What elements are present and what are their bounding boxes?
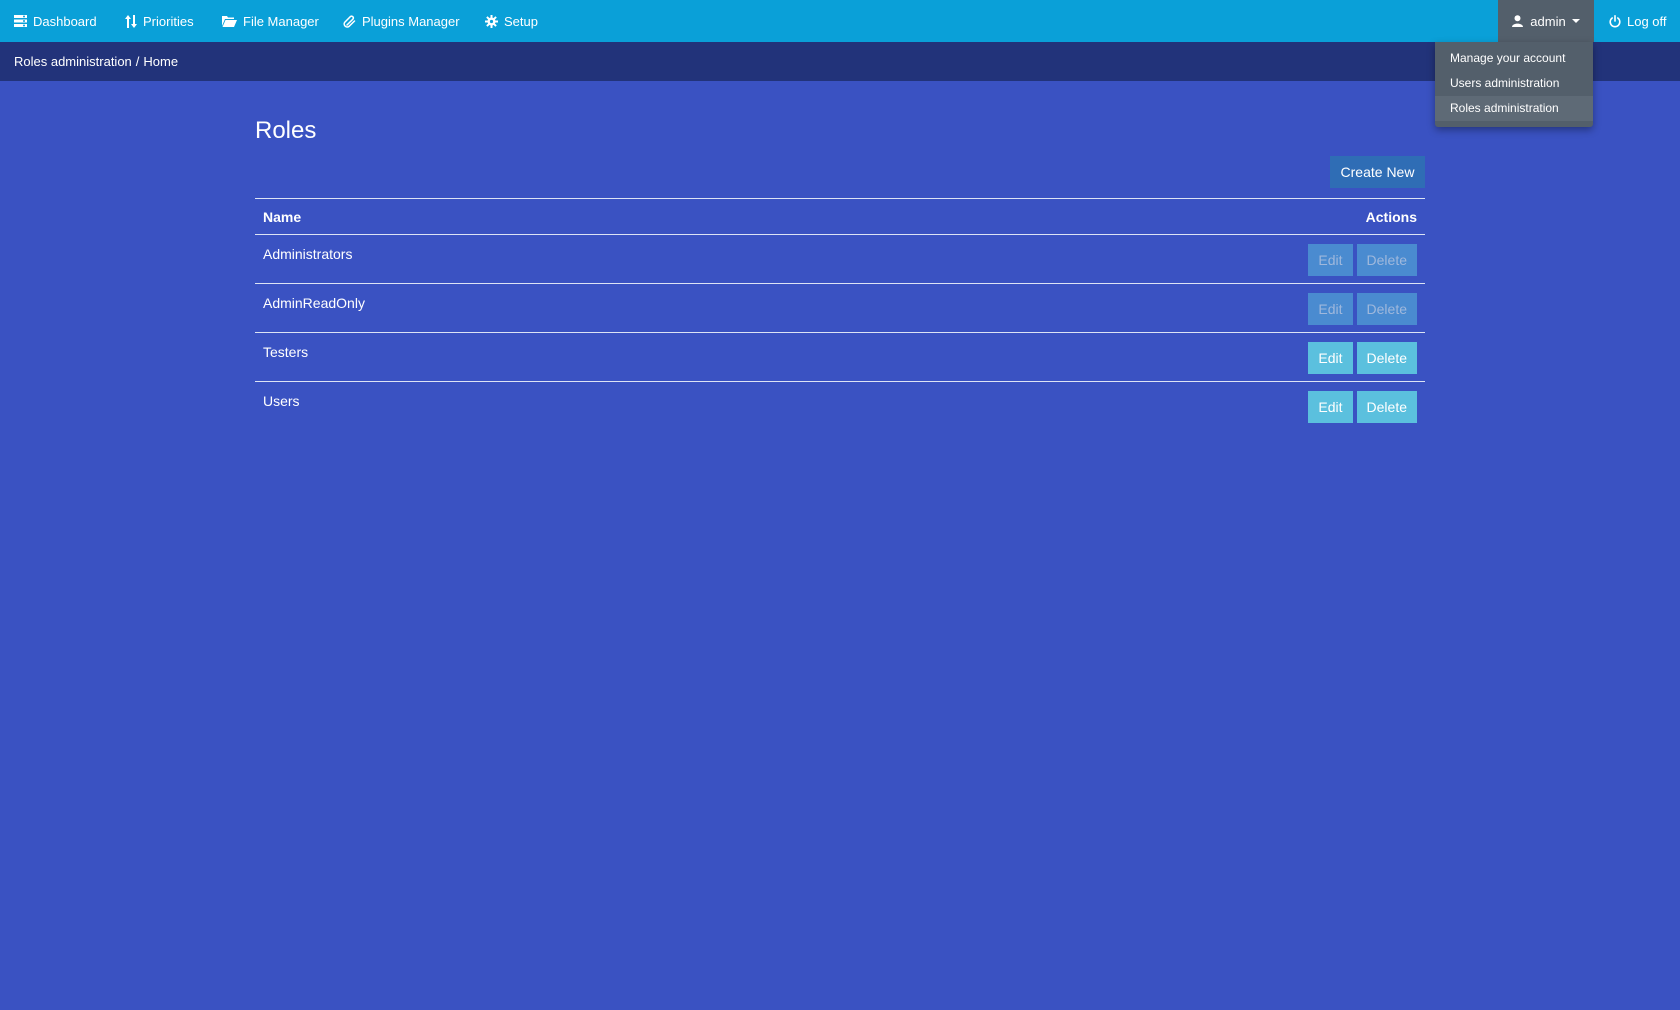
nav-plugins-manager[interactable]: Plugins Manager	[343, 0, 460, 42]
caret-down-icon	[1571, 19, 1580, 23]
nav-priorities-label: Priorities	[143, 13, 194, 29]
logoff-link[interactable]: Log off	[1609, 0, 1667, 42]
table-row: AdminReadOnly Edit Delete	[255, 284, 1425, 333]
role-name: Administrators	[263, 246, 353, 262]
column-header-name: Name	[263, 208, 302, 225]
nav-dashboard-label: Dashboard	[33, 13, 97, 29]
paperclip-icon	[343, 14, 356, 28]
delete-button[interactable]: Delete	[1356, 391, 1417, 423]
table-row: Administrators Edit Delete	[255, 235, 1425, 284]
breadcrumb: Roles administration / Home	[0, 42, 1680, 81]
user-menu-toggle[interactable]: admin	[1498, 0, 1594, 42]
nav-plugins-manager-label: Plugins Manager	[362, 13, 460, 29]
nav-dashboard[interactable]: Dashboard	[14, 0, 97, 42]
row-actions: Edit Delete	[1308, 333, 1417, 374]
breadcrumb-section[interactable]: Roles administration	[14, 54, 132, 69]
nav-file-manager[interactable]: File Manager	[222, 0, 319, 42]
logoff-label: Log off	[1627, 13, 1667, 29]
row-actions: Edit Delete	[1308, 382, 1417, 423]
edit-button: Edit	[1308, 293, 1353, 325]
role-name: Testers	[263, 344, 309, 360]
breadcrumb-current: Home	[143, 54, 179, 69]
nav-setup-label: Setup	[504, 13, 538, 29]
table-row: Users Edit Delete	[255, 382, 1425, 431]
table-header: Name Actions	[255, 198, 1425, 235]
edit-button: Edit	[1308, 244, 1353, 276]
edit-button[interactable]: Edit	[1308, 342, 1353, 374]
gear-icon	[485, 14, 498, 28]
dashboard-icon	[14, 15, 27, 27]
row-actions: Edit Delete	[1308, 235, 1417, 276]
nav-priorities[interactable]: Priorities	[125, 0, 194, 42]
nav-file-manager-label: File Manager	[243, 13, 319, 29]
dropdown-item-users-administration[interactable]: Users administration	[1435, 71, 1593, 96]
page-title: Roles	[255, 117, 317, 144]
edit-button[interactable]: Edit	[1308, 391, 1353, 423]
column-header-actions: Actions	[1365, 208, 1417, 225]
row-actions: Edit Delete	[1308, 284, 1417, 325]
folder-open-icon	[222, 16, 237, 27]
power-icon	[1609, 14, 1621, 27]
dropdown-item-roles-administration[interactable]: Roles administration	[1435, 96, 1593, 121]
user-dropdown-menu: Manage your account Users administration…	[1435, 42, 1593, 127]
role-name: AdminReadOnly	[263, 295, 365, 311]
delete-button: Delete	[1356, 244, 1417, 276]
role-name: Users	[263, 393, 300, 409]
user-menu-label: admin	[1530, 13, 1566, 29]
breadcrumb-separator: /	[135, 54, 140, 69]
roles-table: Name Actions Administrators Edit Delete …	[255, 198, 1425, 431]
create-new-button[interactable]: Create New	[1330, 156, 1425, 188]
table-row: Testers Edit Delete	[255, 333, 1425, 382]
delete-button[interactable]: Delete	[1356, 342, 1417, 374]
top-navbar: Dashboard Priorities File Manager Plugin…	[0, 0, 1680, 42]
sort-arrows-icon	[125, 14, 137, 28]
delete-button: Delete	[1356, 293, 1417, 325]
user-icon	[1512, 15, 1524, 27]
nav-setup[interactable]: Setup	[485, 0, 538, 42]
dropdown-item-manage-account[interactable]: Manage your account	[1435, 46, 1593, 71]
